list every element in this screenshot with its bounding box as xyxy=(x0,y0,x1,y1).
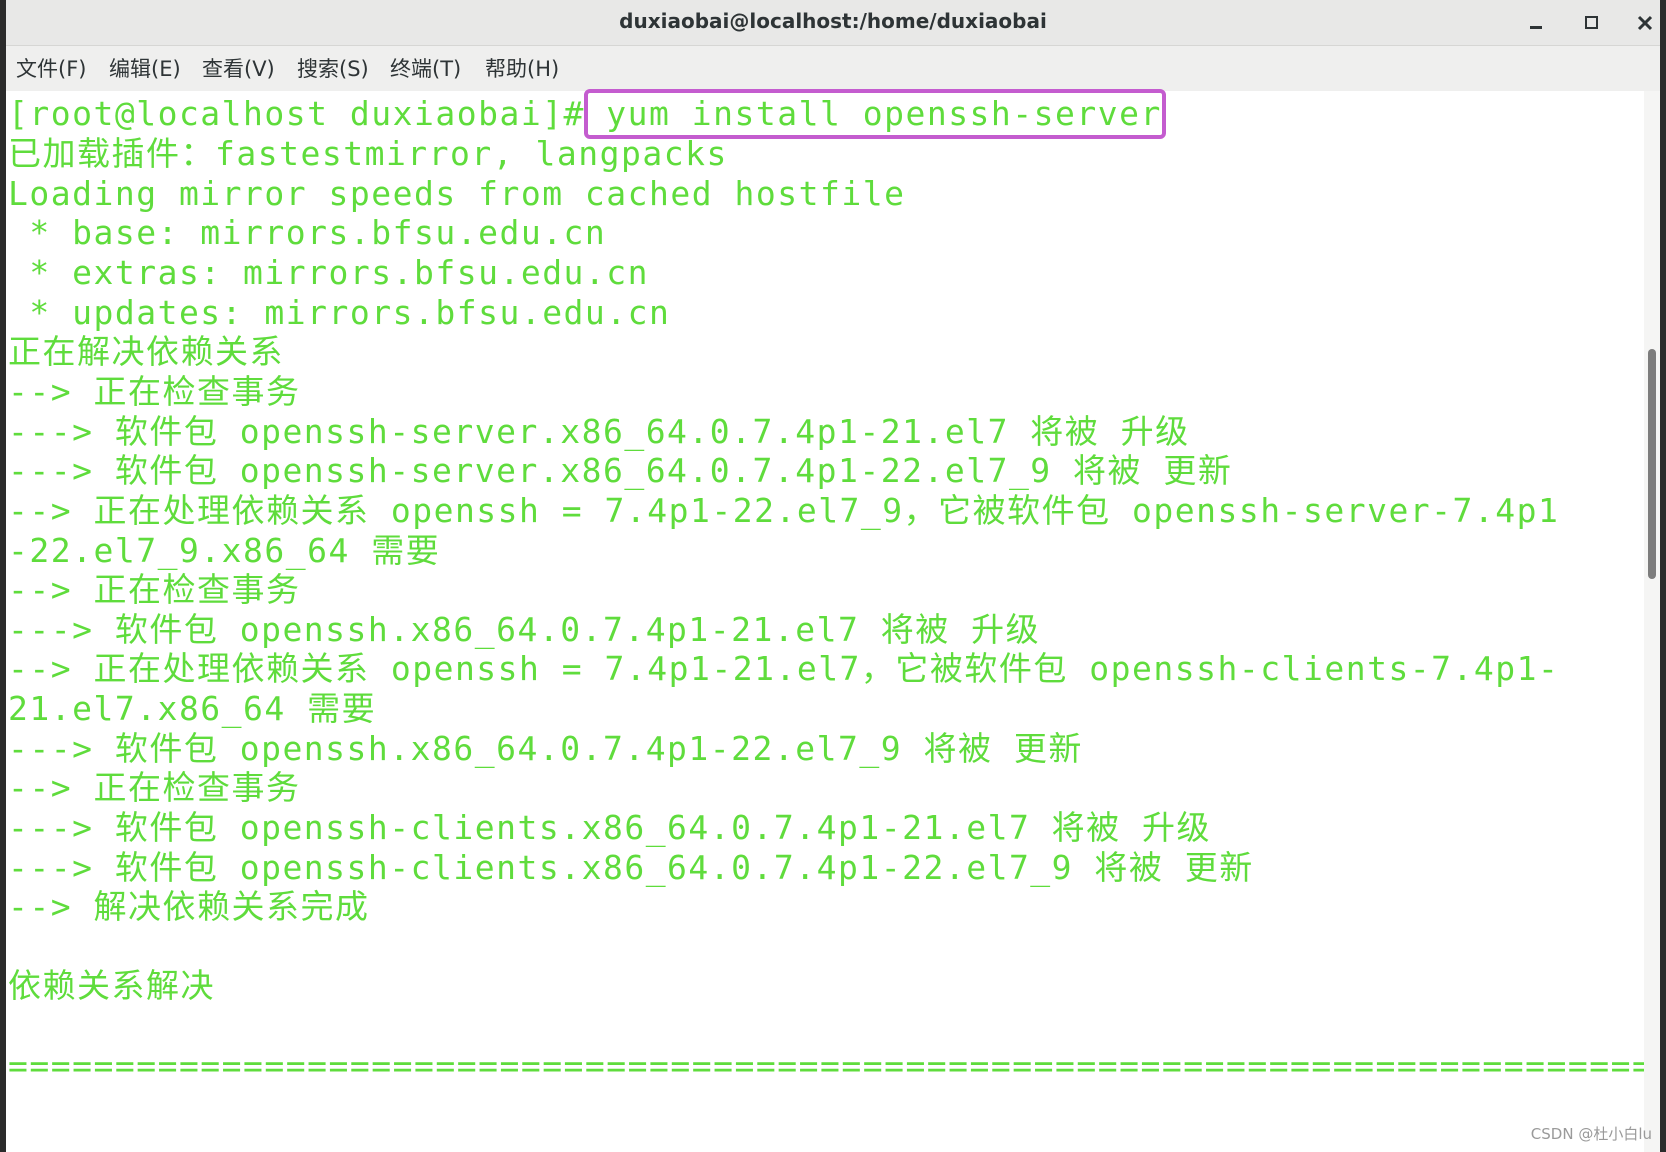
output-line: ---> 软件包 openssh.x86_64.0.7.4p1-22.el7_9… xyxy=(8,729,1083,768)
output-line: -22.el7_9.x86_64 需要 xyxy=(8,531,441,570)
output-line: 21.el7.x86_64 需要 xyxy=(8,689,377,728)
minimize-button[interactable] xyxy=(1521,8,1551,38)
output-line: * extras: mirrors.bfsu.edu.cn xyxy=(8,253,650,292)
output-line: ---> 软件包 openssh.x86_64.0.7.4p1-21.el7 将… xyxy=(8,610,1041,649)
output-line: ---> 软件包 openssh-server.x86_64.0.7.4p1-2… xyxy=(8,412,1190,451)
output-line: --> 正在检查事务 xyxy=(8,768,301,807)
terminal-window: duxiaobai@localhost:/home/duxiaobai 文件(F… xyxy=(6,0,1660,1152)
menu-edit[interactable]: 编辑(E) xyxy=(109,46,181,92)
maximize-icon xyxy=(1585,16,1598,29)
output-line: 已加载插件：fastestmirror, langpacks xyxy=(8,134,728,173)
output-line: --> 正在处理依赖关系 openssh = 7.4p1-21.el7，它被软件… xyxy=(8,649,1560,688)
output-line: 依赖关系解决 xyxy=(8,966,215,1005)
output-line: ---> 软件包 openssh-server.x86_64.0.7.4p1-2… xyxy=(8,451,1233,490)
close-icon xyxy=(1637,15,1653,31)
menu-bar: 文件(F) 编辑(E) 查看(V) 搜索(S) 终端(T) 帮助(H) xyxy=(6,46,1660,92)
prompt-line: [root@localhost duxiaobai]# yum install … xyxy=(8,94,1162,134)
typed-command: yum install openssh-server xyxy=(584,94,1162,133)
menu-file[interactable]: 文件(F) xyxy=(16,46,86,92)
close-button[interactable] xyxy=(1630,8,1660,38)
output-line: --> 正在检查事务 xyxy=(8,372,301,411)
output-line: * base: mirrors.bfsu.edu.cn xyxy=(8,213,607,252)
window-title: duxiaobai@localhost:/home/duxiaobai xyxy=(619,9,1047,33)
separator-line: ========================================… xyxy=(8,1046,1660,1085)
shell-prompt: [root@localhost duxiaobai]# xyxy=(8,94,585,133)
output-line: * updates: mirrors.bfsu.edu.cn xyxy=(8,293,671,332)
output-line: ---> 软件包 openssh-clients.x86_64.0.7.4p1-… xyxy=(8,848,1254,887)
menu-search[interactable]: 搜索(S) xyxy=(297,46,369,92)
vertical-scrollbar[interactable] xyxy=(1644,91,1660,1152)
watermark: CSDN @杜小白lu xyxy=(1530,1125,1652,1143)
menu-help[interactable]: 帮助(H) xyxy=(485,46,559,92)
menu-terminal[interactable]: 终端(T) xyxy=(390,46,461,92)
minimize-icon xyxy=(1530,26,1542,29)
output-line: ---> 软件包 openssh-clients.x86_64.0.7.4p1-… xyxy=(8,808,1212,847)
terminal-output[interactable]: [root@localhost duxiaobai]# yum install … xyxy=(6,91,1660,1152)
output-line: Loading mirror speeds from cached hostfi… xyxy=(8,174,906,213)
output-line: --> 正在处理依赖关系 openssh = 7.4p1-22.el7_9，它被… xyxy=(8,491,1560,530)
output-line: --> 正在检查事务 xyxy=(8,570,301,609)
title-bar[interactable]: duxiaobai@localhost:/home/duxiaobai xyxy=(6,0,1660,46)
menu-view[interactable]: 查看(V) xyxy=(202,46,275,92)
scrollbar-thumb[interactable] xyxy=(1648,349,1656,579)
output-line: --> 解决依赖关系完成 xyxy=(8,887,370,926)
maximize-button[interactable] xyxy=(1576,8,1606,38)
output-line: 正在解决依赖关系 xyxy=(8,332,284,371)
